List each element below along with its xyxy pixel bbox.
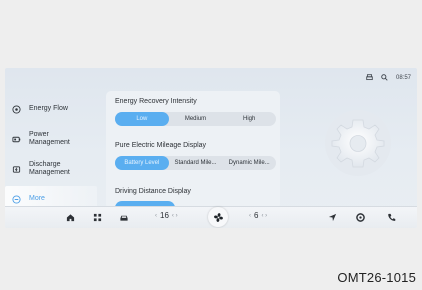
sidebar-item-power-management[interactable]: Power Management xyxy=(5,124,97,154)
sidebar-item-energy-flow[interactable]: Energy Flow xyxy=(5,94,97,124)
temp-down-icon[interactable]: ‹ xyxy=(249,213,251,219)
more-icon xyxy=(11,194,21,204)
infotainment-screen: 08:57 Energy Flow Power Management Disch… xyxy=(5,68,417,228)
home-icon[interactable] xyxy=(65,212,75,222)
fan-icon[interactable] xyxy=(208,207,228,227)
option-dynamic-mileage[interactable]: Dynamic Mile... xyxy=(222,156,276,170)
sidebar: Energy Flow Power Management Discharge M… xyxy=(5,94,97,214)
temp-up-icon[interactable]: ‹ › xyxy=(172,213,178,219)
option-low[interactable]: Low xyxy=(115,112,169,126)
right-temperature-control[interactable]: ‹ 6 ‹ › xyxy=(249,211,267,220)
sidebar-item-label: More xyxy=(29,195,45,202)
signal-icon xyxy=(381,74,388,81)
sidebar-item-label: Energy Flow xyxy=(29,105,68,112)
sidebar-item-discharge-management[interactable]: Discharge Management xyxy=(5,154,97,184)
option-battery-level[interactable]: Battery Level xyxy=(115,156,169,170)
navigation-icon[interactable] xyxy=(327,212,337,222)
phone-icon[interactable] xyxy=(386,212,396,222)
settings-gear-graphic xyxy=(323,108,393,178)
energy-recovery-selector: Low Medium High xyxy=(115,112,276,126)
mileage-display-title: Pure Electric Mileage Display xyxy=(115,142,207,149)
figure-code: OMT26-1015 xyxy=(337,270,416,285)
status-bar: 08:57 xyxy=(366,74,411,81)
temp-down-icon[interactable]: ‹ xyxy=(155,213,157,219)
bottom-dock: ‹ 16 ‹ › ‹ 6 ‹ › xyxy=(5,206,417,228)
energy-recovery-title: Energy Recovery Intensity xyxy=(115,98,197,105)
settings-panel: Energy Recovery Intensity Low Medium Hig… xyxy=(106,91,280,209)
car-icon[interactable] xyxy=(119,212,129,222)
power-icon xyxy=(11,134,21,144)
driving-distance-title: Driving Distance Display xyxy=(115,188,191,195)
discharge-icon xyxy=(11,164,21,174)
clock-time: 08:57 xyxy=(395,74,411,81)
left-temperature-control[interactable]: ‹ 16 ‹ › xyxy=(155,211,178,220)
apps-icon[interactable] xyxy=(92,212,102,222)
mileage-display-selector: Battery Level Standard Mile... Dynamic M… xyxy=(115,156,276,170)
temp-up-icon[interactable]: ‹ › xyxy=(261,213,267,219)
printer-icon xyxy=(366,74,373,81)
sidebar-item-label: Power Management xyxy=(29,131,70,146)
option-medium[interactable]: Medium xyxy=(169,112,223,126)
sidebar-item-label: Discharge Management xyxy=(29,161,70,176)
option-high[interactable]: High xyxy=(222,112,276,126)
energy-flow-icon xyxy=(11,104,21,114)
settings-icon[interactable] xyxy=(355,212,365,222)
left-temperature-value: 16 xyxy=(160,211,169,220)
right-temperature-value: 6 xyxy=(254,211,259,220)
option-standard-mileage[interactable]: Standard Mile... xyxy=(169,156,223,170)
